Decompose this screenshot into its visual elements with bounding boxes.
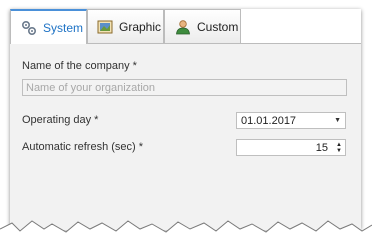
- operating-day-select[interactable]: 01.01.2017 ▼: [236, 112, 346, 129]
- picture-icon: [97, 19, 113, 35]
- tab-graphic-label: Graphic: [119, 19, 162, 34]
- refresh-label: Automatic refresh (sec) *: [22, 141, 144, 153]
- tab-system-label: System: [43, 20, 84, 35]
- settings-window: System Graphic Custom Name of the compan…: [10, 9, 361, 230]
- decrement-icon[interactable]: ▼: [336, 148, 342, 154]
- operating-day-label: Operating day *: [22, 114, 99, 126]
- user-icon: [175, 19, 191, 35]
- tab-custom[interactable]: Custom: [164, 9, 241, 43]
- stepper-buttons: ▲ ▼: [336, 142, 342, 154]
- company-input[interactable]: Name of your organization: [22, 79, 347, 96]
- tab-content: Name of the company * Name of your organ…: [10, 43, 361, 230]
- refresh-stepper[interactable]: 15 ▲ ▼: [236, 139, 346, 156]
- tab-strip: System Graphic Custom: [10, 9, 361, 44]
- tab-system[interactable]: System: [10, 9, 87, 44]
- torn-edge: [0, 220, 372, 243]
- chevron-down-icon[interactable]: ▼: [334, 117, 341, 124]
- tab-graphic[interactable]: Graphic: [87, 9, 164, 43]
- operating-day-value: 01.01.2017: [241, 114, 297, 127]
- tab-custom-label: Custom: [197, 19, 239, 34]
- company-label: Name of the company *: [22, 60, 137, 72]
- refresh-value: 15: [315, 141, 329, 154]
- gears-icon: [21, 20, 37, 36]
